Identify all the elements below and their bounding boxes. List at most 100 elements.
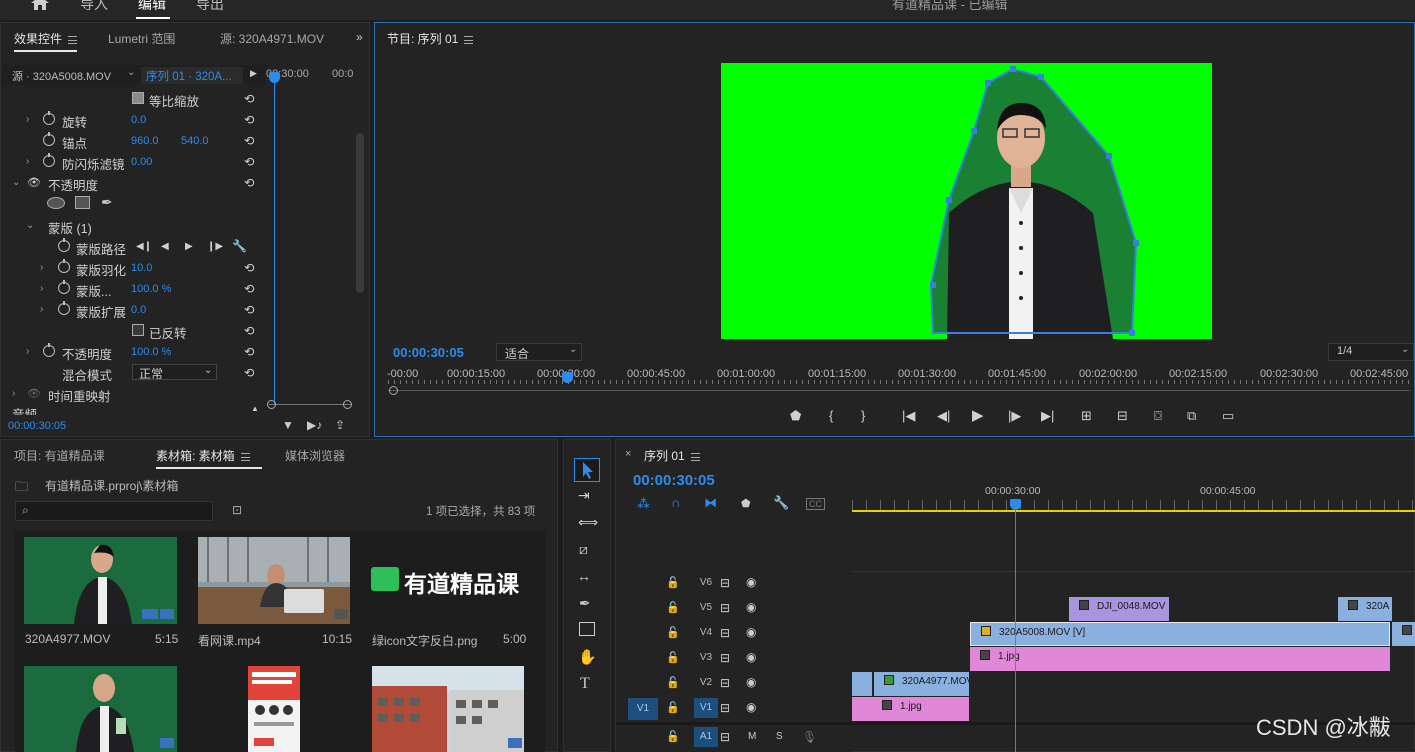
twirl-open-icon[interactable]: ⌄ [26, 220, 34, 231]
reset-icon[interactable]: ⟲ [244, 323, 258, 338]
rectangle-tool-icon[interactable] [579, 622, 595, 636]
mark-in-icon[interactable]: { [829, 408, 833, 423]
reset-icon[interactable]: ⟲ [244, 344, 258, 359]
work-area-bar[interactable] [852, 510, 1415, 512]
linked-selection-icon[interactable]: ⧓ [704, 495, 717, 511]
clip-dji-0048[interactable]: DJI_0048.MOV [1069, 597, 1169, 621]
tab-effect-controls[interactable]: 效果控件 [14, 30, 78, 52]
tab-project[interactable]: 项目: 有道精品课 [14, 447, 105, 464]
stopwatch-icon[interactable] [58, 259, 70, 273]
sync-lock-icon[interactable]: ⊟ [720, 601, 730, 615]
sync-lock-icon[interactable]: ⊟ [720, 730, 730, 744]
mask-opacity-value[interactable]: 100.0 % [131, 283, 171, 295]
go-to-out-icon[interactable]: ▶| [1041, 408, 1054, 424]
program-ruler-ticks[interactable] [388, 380, 1410, 384]
pen-tool-icon[interactable]: ✒ [579, 595, 591, 612]
extract-icon[interactable]: ⊟ [1117, 408, 1128, 424]
ripple-edit-icon[interactable]: ⟺ [578, 514, 598, 531]
add-marker-icon[interactable]: ⬟ [741, 497, 751, 510]
track-label[interactable]: V1 [694, 698, 718, 718]
sync-lock-icon[interactable]: ⊟ [720, 651, 730, 665]
tab-lumetri-scopes[interactable]: Lumetri 范围 [108, 30, 175, 47]
new-bin-icon[interactable]: ⊡ [232, 503, 242, 517]
stopwatch-icon[interactable] [43, 111, 55, 125]
lock-icon[interactable]: 🔓 [666, 576, 680, 589]
twirl-icon[interactable]: › [40, 262, 43, 273]
eye-icon[interactable]: ◉ [746, 625, 756, 639]
slip-tool-icon[interactable]: ↔ [577, 568, 591, 584]
eye-icon[interactable]: ◉ [746, 600, 756, 614]
reset-icon[interactable]: ⟲ [244, 175, 258, 190]
selection-tool[interactable] [574, 458, 600, 482]
reset-icon[interactable]: ⟲ [244, 91, 258, 106]
twirl-icon[interactable]: › [26, 114, 29, 125]
tab-import[interactable]: 导入 [80, 0, 108, 14]
sequence-clip-label[interactable]: 序列 01 · 320A... [146, 68, 232, 84]
play-button[interactable]: ▶ [972, 406, 984, 424]
twirl-open-icon[interactable]: ⌄ [12, 177, 20, 188]
tab-source-monitor[interactable]: 源: 320A4971.MOV [220, 30, 324, 47]
program-video-frame[interactable] [721, 63, 1212, 339]
clip-v2-head[interactable] [852, 672, 872, 696]
collapse-icon[interactable]: ▲ [251, 404, 259, 413]
reset-icon[interactable]: ⟲ [244, 281, 258, 296]
playhead-line[interactable] [274, 75, 275, 405]
tab-program[interactable]: 节目: 序列 01 [387, 30, 474, 47]
sync-lock-icon[interactable]: ⊟ [720, 626, 730, 640]
zoom-handle-left[interactable] [389, 386, 398, 395]
solo-button[interactable]: S [776, 731, 783, 742]
program-timecode[interactable]: 00:00:30:05 [393, 345, 464, 360]
home-icon[interactable] [31, 0, 49, 10]
thumbnail-campus[interactable] [372, 666, 524, 752]
mute-button[interactable]: M [748, 731, 756, 742]
stopwatch-icon[interactable] [58, 238, 70, 252]
reset-icon[interactable]: ⟲ [244, 302, 258, 317]
stopwatch-icon[interactable] [43, 153, 55, 167]
thumbnail-320A4977[interactable] [24, 537, 177, 624]
program-playhead[interactable] [562, 372, 573, 383]
wrench-icon[interactable]: 🔧 [232, 239, 247, 253]
filter-icon[interactable]: ▼ [282, 418, 294, 432]
twirl-icon[interactable]: › [40, 304, 43, 315]
captions-icon[interactable]: CC [806, 498, 825, 510]
clip-1-jpg-v3[interactable]: 1.jpg [970, 647, 1390, 671]
panel-menu-icon[interactable] [68, 36, 78, 44]
eye-icon[interactable]: ◉ [746, 575, 756, 589]
lock-icon[interactable]: 🔓 [666, 601, 680, 614]
lock-icon[interactable]: 🔓 [666, 651, 680, 664]
lock-icon[interactable]: 🔓 [666, 701, 680, 714]
reset-icon[interactable]: ⟲ [244, 365, 258, 380]
lock-icon[interactable]: 🔓 [666, 730, 680, 743]
tab-bin[interactable]: 素材箱: 素材箱 [156, 447, 262, 469]
type-tool-icon[interactable]: T [580, 675, 590, 693]
clip-320a4977[interactable]: 320A4977.MOV [874, 672, 969, 696]
lock-icon[interactable]: 🔓 [666, 676, 680, 689]
twirl-icon[interactable]: › [26, 346, 29, 357]
chevron-down-icon[interactable]: ⌄ [127, 67, 135, 78]
microphone-icon[interactable]: 🎙 [802, 730, 817, 744]
resolution-select[interactable]: 1/4 ⌄ [1328, 343, 1414, 361]
snap-icon[interactable]: ∩ [671, 495, 680, 510]
panel-menu-icon[interactable] [690, 453, 700, 461]
track-forward-icon[interactable]: ▶ [185, 241, 193, 252]
timeline-timecode[interactable]: 00:00:30:05 [633, 472, 715, 489]
flicker-value[interactable]: 0.00 [131, 156, 152, 168]
ellipse-mask-icon[interactable] [47, 197, 65, 209]
pen-mask-icon[interactable]: ✒ [101, 194, 113, 211]
clip-next[interactable] [1392, 622, 1415, 646]
rotation-value[interactable]: 0.0 [131, 114, 146, 126]
thumbnail-logo-png[interactable]: 有道精品课 [371, 537, 524, 624]
step-forward-icon[interactable]: |▶ [1008, 408, 1021, 424]
eye-icon[interactable]: ◉ [746, 675, 756, 689]
track-label[interactable]: A1 [694, 727, 718, 747]
sync-lock-icon[interactable]: ⊟ [720, 676, 730, 690]
export-icon[interactable]: ⇪ [335, 418, 345, 432]
mask-expansion-value[interactable]: 0.0 [131, 304, 146, 316]
zoom-bar[interactable] [388, 390, 1410, 391]
wrench-icon[interactable]: 🔧 [773, 495, 789, 511]
reset-icon[interactable]: ⟲ [244, 133, 258, 148]
twirl-icon[interactable]: › [12, 388, 15, 399]
hand-tool-icon[interactable]: ✋ [578, 648, 597, 666]
tab-media-browser[interactable]: 媒体浏览器 [285, 447, 345, 464]
opacity-value[interactable]: 100.0 % [131, 346, 171, 358]
